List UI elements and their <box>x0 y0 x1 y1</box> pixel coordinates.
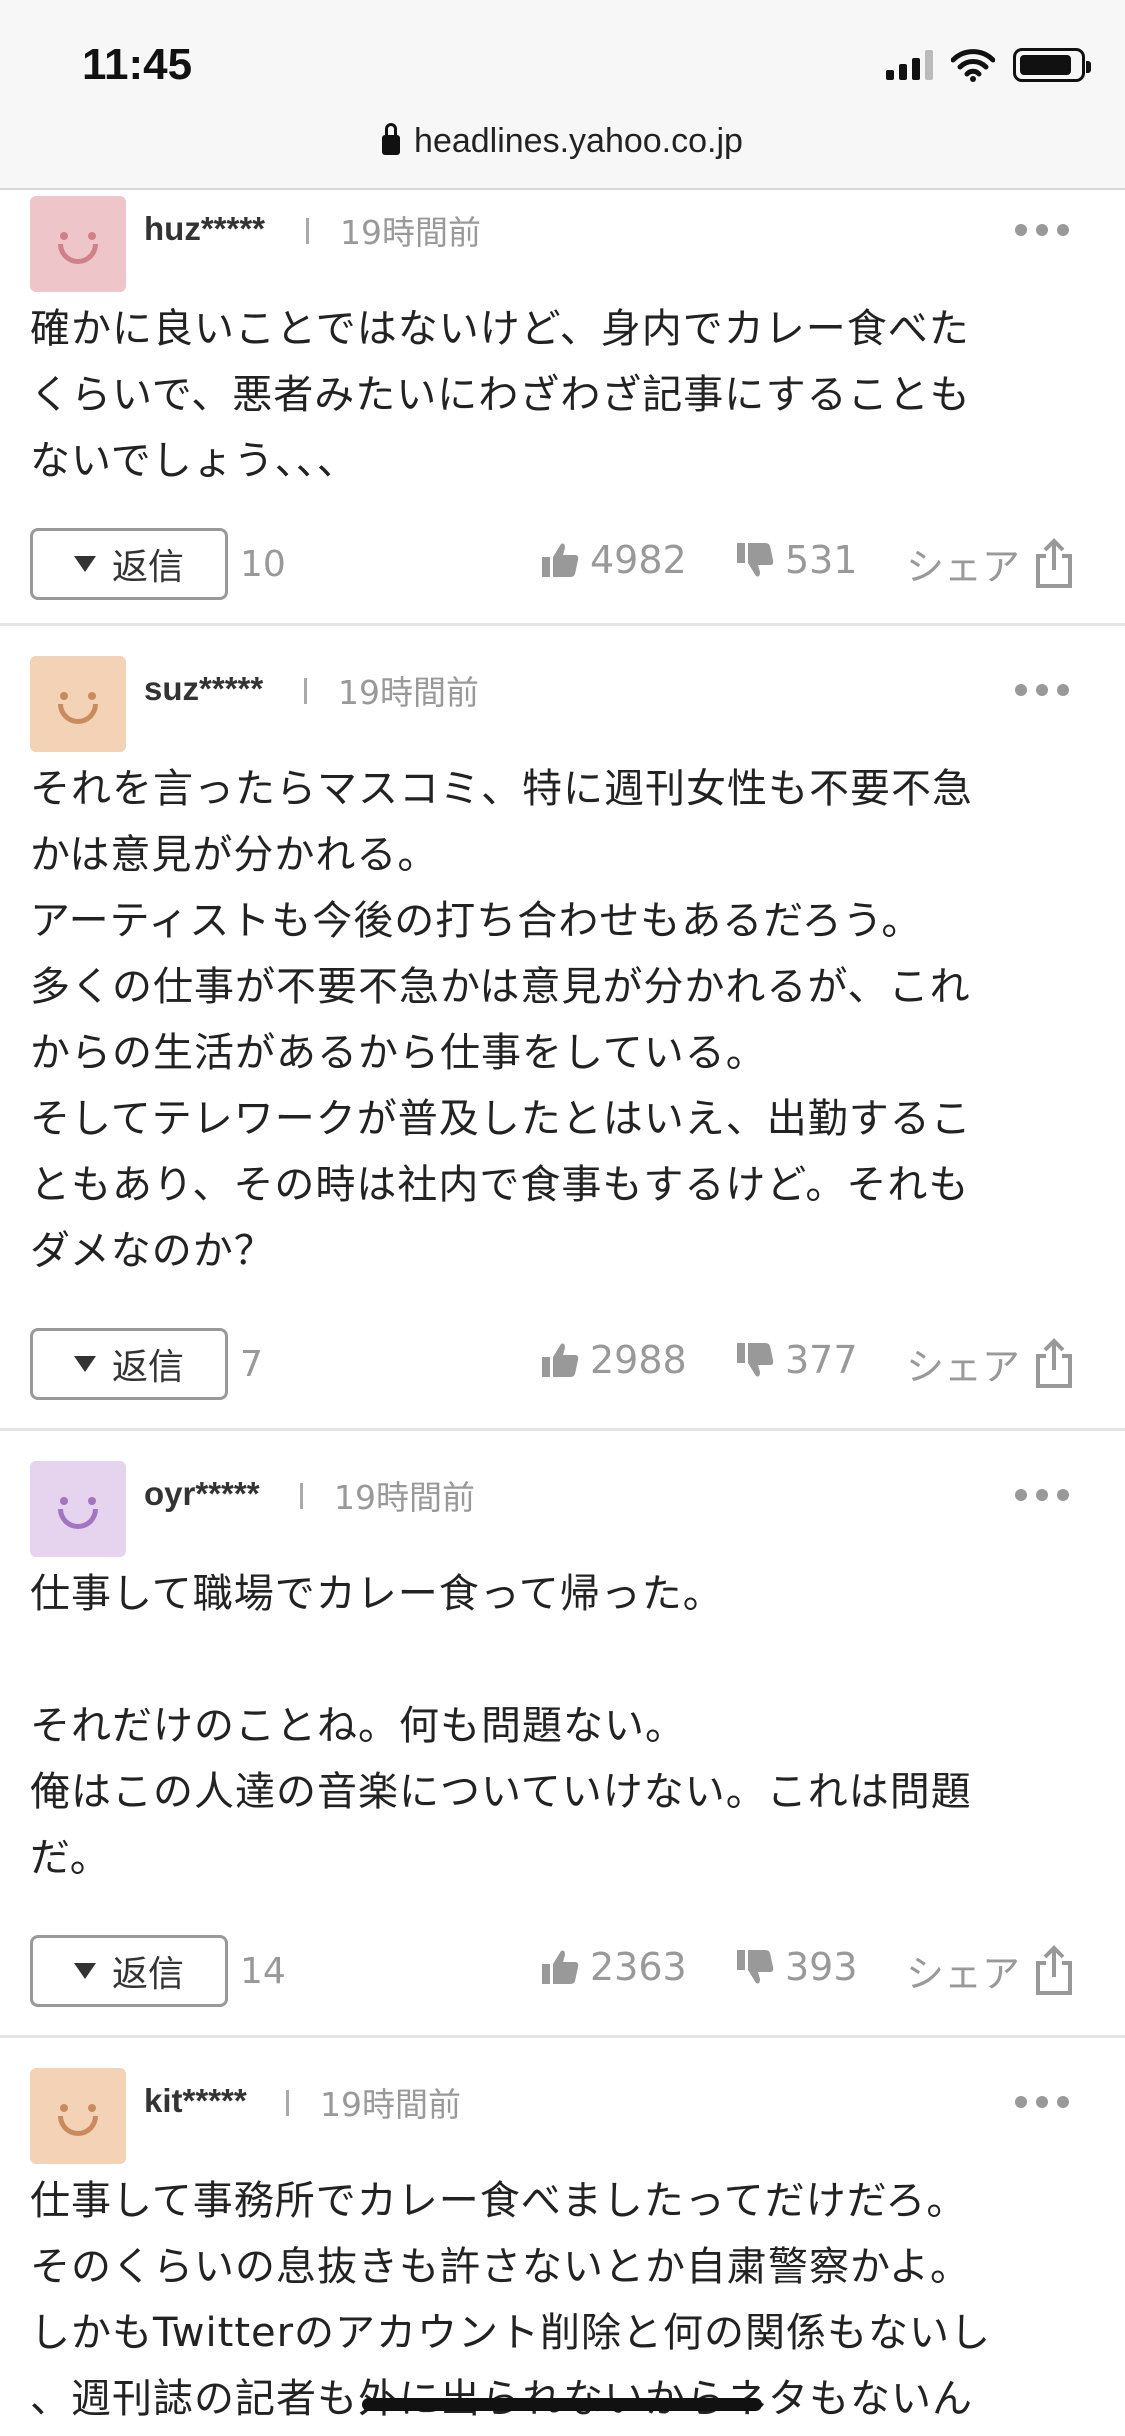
reply-label: 返信 <box>111 1347 184 1388</box>
reply-button[interactable]: 返信 <box>30 528 228 600</box>
like-button[interactable]: 4982 <box>540 538 687 582</box>
cellular-signal-icon <box>886 50 933 80</box>
comment-text: それを言ったらマスコミ、特に週刊女性も不要不急 かは意見が分かれる。 アーティス… <box>30 766 973 1274</box>
comment-time: 19時間前 <box>340 213 481 252</box>
like-count: 2363 <box>590 1945 687 1989</box>
home-indicator[interactable] <box>362 2398 762 2411</box>
comment-time: 19時間前 <box>320 2085 461 2124</box>
comment-item: suz***** 19時間前 それを言ったらマスコミ、特に週刊女性も不要不急 か… <box>0 626 1125 1431</box>
wifi-icon <box>951 49 995 82</box>
caret-down-icon <box>73 556 96 572</box>
like-button[interactable]: 2363 <box>540 1945 687 1989</box>
comment-username[interactable]: huz***** <box>144 210 265 248</box>
comment-text: 仕事して職場でカレー食って帰った。 それだけのことね。何も問題ない。 俺はこの人… <box>30 1571 972 1881</box>
like-count: 2988 <box>590 1338 687 1382</box>
avatar[interactable] <box>30 1461 126 1557</box>
comment-text: 確かに良いことではないけど、身内でカレー食べた くらいで、悪者みたいにわざわざ記… <box>30 306 971 484</box>
more-options-icon[interactable] <box>1015 1489 1069 1501</box>
status-icons <box>886 48 1091 82</box>
dislike-count: 393 <box>785 1945 858 1989</box>
thumbs-down-icon <box>737 1950 774 1984</box>
comment-item: huz***** 19時間前 確かに良いことではないけど、身内でカレー食べた く… <box>0 166 1125 626</box>
comment-item: oyr***** 19時間前 仕事して職場でカレー食って帰った。 それだけのこと… <box>0 1431 1125 2038</box>
lock-icon <box>382 123 401 155</box>
caret-down-icon <box>73 1963 96 1979</box>
dislike-button[interactable]: 377 <box>735 1338 858 1382</box>
dislike-button[interactable]: 531 <box>735 538 858 582</box>
dislike-button[interactable]: 393 <box>735 1945 858 1989</box>
address-url: headlines.yahoo.co.jp <box>414 122 743 160</box>
share-label: シェア <box>906 545 1021 589</box>
more-options-icon[interactable] <box>1015 2096 1069 2108</box>
avatar[interactable] <box>30 2068 126 2164</box>
reply-label: 返信 <box>111 547 184 588</box>
caret-down-icon <box>73 1356 96 1372</box>
comment-list: huz***** 19時間前 確かに良いことではないけど、身内でカレー食べた く… <box>0 190 1125 2436</box>
avatar[interactable] <box>30 196 126 292</box>
share-button[interactable]: シェア <box>906 1943 1074 1998</box>
dislike-count: 377 <box>785 1338 858 1382</box>
like-button[interactable]: 2988 <box>540 1338 687 1382</box>
reply-count: 10 <box>240 544 286 585</box>
reply-label: 返信 <box>111 1954 184 1995</box>
thumbs-up-icon <box>542 1343 579 1377</box>
thumbs-up-icon <box>542 543 579 577</box>
address-url-wrap: headlines.yahoo.co.jp <box>0 122 1125 161</box>
comment-text: 仕事して事務所でカレー食べましたってだけだろ。 そのくらいの息抜きも許さないとか… <box>30 2178 992 2422</box>
share-button[interactable]: シェア <box>906 1336 1074 1391</box>
comment-time: 19時間前 <box>334 1478 475 1517</box>
battery-icon <box>1013 48 1091 82</box>
status-time: 11:45 <box>82 40 193 89</box>
comment-item: kit***** 19時間前 仕事して事務所でカレー食べましたってだけだろ。 そ… <box>0 2038 1125 2436</box>
reply-button[interactable]: 返信 <box>30 1328 228 1400</box>
reply-count: 14 <box>240 1951 286 1992</box>
thumbs-down-icon <box>737 543 774 577</box>
share-label: シェア <box>906 1345 1021 1389</box>
comment-username[interactable]: kit***** <box>144 2082 247 2120</box>
avatar[interactable] <box>30 656 126 752</box>
share-icon <box>1036 1944 1073 1995</box>
dislike-count: 531 <box>785 538 858 582</box>
comment-time: 19時間前 <box>338 673 479 712</box>
thumbs-up-icon <box>542 1950 579 1984</box>
more-options-icon[interactable] <box>1015 684 1069 696</box>
thumbs-down-icon <box>737 1343 774 1377</box>
status-bar: 11:45 <box>0 0 1125 120</box>
more-options-icon[interactable] <box>1015 224 1069 236</box>
reply-count: 7 <box>240 1344 263 1385</box>
share-button[interactable]: シェア <box>906 536 1074 591</box>
comment-username[interactable]: oyr***** <box>144 1475 260 1513</box>
comment-username[interactable]: suz***** <box>144 670 263 708</box>
share-icon <box>1036 537 1073 588</box>
share-icon <box>1036 1337 1073 1388</box>
share-label: シェア <box>906 1952 1021 1996</box>
like-count: 4982 <box>590 538 687 582</box>
reply-button[interactable]: 返信 <box>30 1935 228 2007</box>
